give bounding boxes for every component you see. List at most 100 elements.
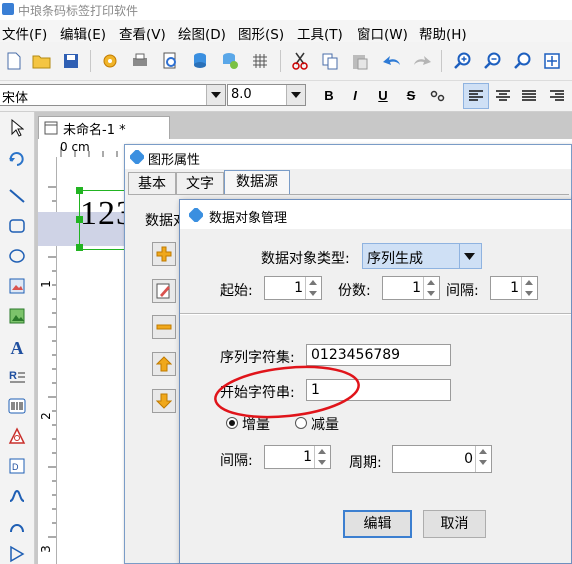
print-icon[interactable] [130, 51, 150, 71]
undo-icon[interactable] [382, 51, 402, 71]
database-settings-icon[interactable] [220, 51, 240, 71]
interval-spinner[interactable]: 1 [490, 276, 538, 300]
document-icon [44, 121, 58, 135]
menu-edit[interactable]: 编辑(E) [60, 23, 106, 43]
paste-icon[interactable] [350, 51, 370, 71]
settings-gear-icon[interactable] [100, 51, 120, 71]
menu-window[interactable]: 窗口(W) [357, 23, 408, 43]
tab-datasource[interactable]: 数据源 [224, 170, 290, 195]
step-label: 间隔: [220, 453, 253, 469]
barcode-tool-icon[interactable] [7, 396, 27, 416]
save-icon[interactable] [61, 51, 81, 71]
rectangle-tool-icon[interactable] [7, 216, 27, 236]
svg-text:R: R [9, 370, 17, 382]
menu-file[interactable]: 文件(F) [2, 23, 47, 43]
resize-handle[interactable] [76, 216, 83, 223]
database-icon[interactable] [190, 51, 210, 71]
fit-page-icon[interactable] [542, 51, 562, 71]
chevron-down-icon[interactable] [459, 244, 481, 268]
resize-handle[interactable] [76, 244, 83, 251]
period-label: 周期: [349, 455, 382, 471]
section-divider-highlight [180, 314, 571, 315]
menu-view[interactable]: 查看(V) [119, 23, 166, 43]
resize-handle[interactable] [76, 187, 83, 194]
dialog-app-icon [189, 208, 203, 222]
new-file-icon[interactable] [4, 51, 24, 71]
chevron-down-icon[interactable] [286, 85, 305, 105]
spinner-arrows-icon[interactable] [314, 446, 330, 468]
start-value: 1 [294, 280, 303, 296]
italic-button[interactable]: I [344, 85, 366, 107]
picture-tool-icon[interactable] [7, 306, 27, 326]
period-spinner[interactable]: 0 [392, 445, 492, 473]
qrcode-tool-icon[interactable] [7, 426, 27, 446]
dialog-title-bar: 数据对象管理 [180, 200, 571, 229]
redo-icon[interactable] [412, 51, 432, 71]
start-label: 起始: [220, 283, 253, 299]
image-tool-icon[interactable] [7, 276, 27, 296]
edit-confirm-button[interactable]: 编辑 [343, 510, 412, 538]
tab-text[interactable]: 文字 [176, 172, 224, 194]
text-tool-icon[interactable]: A [7, 338, 27, 358]
tab-basic[interactable]: 基本 [128, 172, 176, 194]
spinner-arrows-icon[interactable] [423, 277, 439, 299]
cancel-button[interactable]: 取消 [423, 510, 486, 538]
font-size-combo[interactable]: 8.0 [227, 84, 306, 106]
spinner-arrows-icon[interactable] [475, 446, 491, 472]
data-matrix-tool-icon[interactable]: D [7, 456, 27, 476]
ruler-mark-2: 2 [38, 412, 53, 420]
ellipse-tool-icon[interactable] [7, 246, 27, 266]
copies-spinner[interactable]: 1 [382, 276, 440, 300]
move-up-button[interactable] [152, 352, 176, 376]
dialog-title: 数据对象管理 [209, 211, 288, 226]
add-button[interactable] [152, 242, 176, 266]
font-size-value: 8.0 [231, 87, 252, 102]
arc-tool-icon[interactable] [7, 516, 27, 536]
rich-text-tool-icon[interactable]: R [7, 366, 27, 386]
data-object-type-label: 数据对象类型: [261, 251, 350, 267]
menu-help[interactable]: 帮助(H) [419, 23, 467, 43]
char-spacing-icon[interactable] [428, 86, 448, 106]
menu-tools[interactable]: 工具(T) [297, 23, 343, 43]
start-spinner[interactable]: 1 [264, 276, 322, 300]
line-tool-icon[interactable] [7, 186, 27, 206]
cut-icon[interactable] [290, 51, 310, 71]
strikethrough-button[interactable]: S [400, 85, 422, 107]
document-tab[interactable]: 未命名-1 * [38, 116, 170, 139]
chevron-down-icon[interactable] [206, 85, 225, 105]
pointer-icon[interactable] [7, 118, 27, 138]
menu-draw[interactable]: 绘图(D) [178, 23, 226, 43]
open-folder-icon[interactable] [32, 51, 52, 71]
font-name-combo[interactable]: 宋体 [0, 84, 226, 106]
menu-shape[interactable]: 图形(S) [238, 23, 284, 43]
print-preview-icon[interactable] [160, 51, 180, 71]
zoom-fit-icon[interactable] [512, 51, 532, 71]
rotate-icon[interactable] [7, 148, 27, 168]
curve-tool-icon[interactable] [7, 486, 27, 506]
edit-button[interactable] [152, 279, 176, 303]
zoom-in-icon[interactable] [452, 51, 472, 71]
step-spinner[interactable]: 1 [264, 445, 331, 469]
data-object-type-select[interactable]: 序列生成 [362, 243, 482, 269]
dialog-title: 图形属性 [148, 153, 201, 168]
polygon-tool-icon[interactable] [7, 544, 27, 564]
spinner-arrows-icon[interactable] [305, 277, 321, 299]
bold-button[interactable]: B [318, 85, 340, 107]
align-right-icon[interactable] [547, 86, 567, 106]
document-tab-title: 未命名-1 * [63, 123, 126, 138]
annotation-ellipse [214, 365, 360, 419]
align-center-icon[interactable] [493, 86, 513, 106]
remove-button[interactable] [152, 315, 176, 339]
zoom-out-icon[interactable] [482, 51, 502, 71]
ruler-mark-3: 3 [38, 545, 53, 553]
format-toolbar: 宋体 8.0 B I U S [0, 81, 572, 112]
underline-button[interactable]: U [372, 85, 394, 107]
grid-icon[interactable] [250, 51, 270, 71]
align-left-icon[interactable] [463, 83, 489, 109]
align-justify-icon[interactable] [519, 86, 539, 106]
step-value: 1 [303, 449, 312, 465]
spinner-arrows-icon[interactable] [521, 277, 537, 299]
move-down-button[interactable] [152, 389, 176, 413]
copy-icon[interactable] [320, 51, 340, 71]
period-value: 0 [464, 451, 473, 467]
